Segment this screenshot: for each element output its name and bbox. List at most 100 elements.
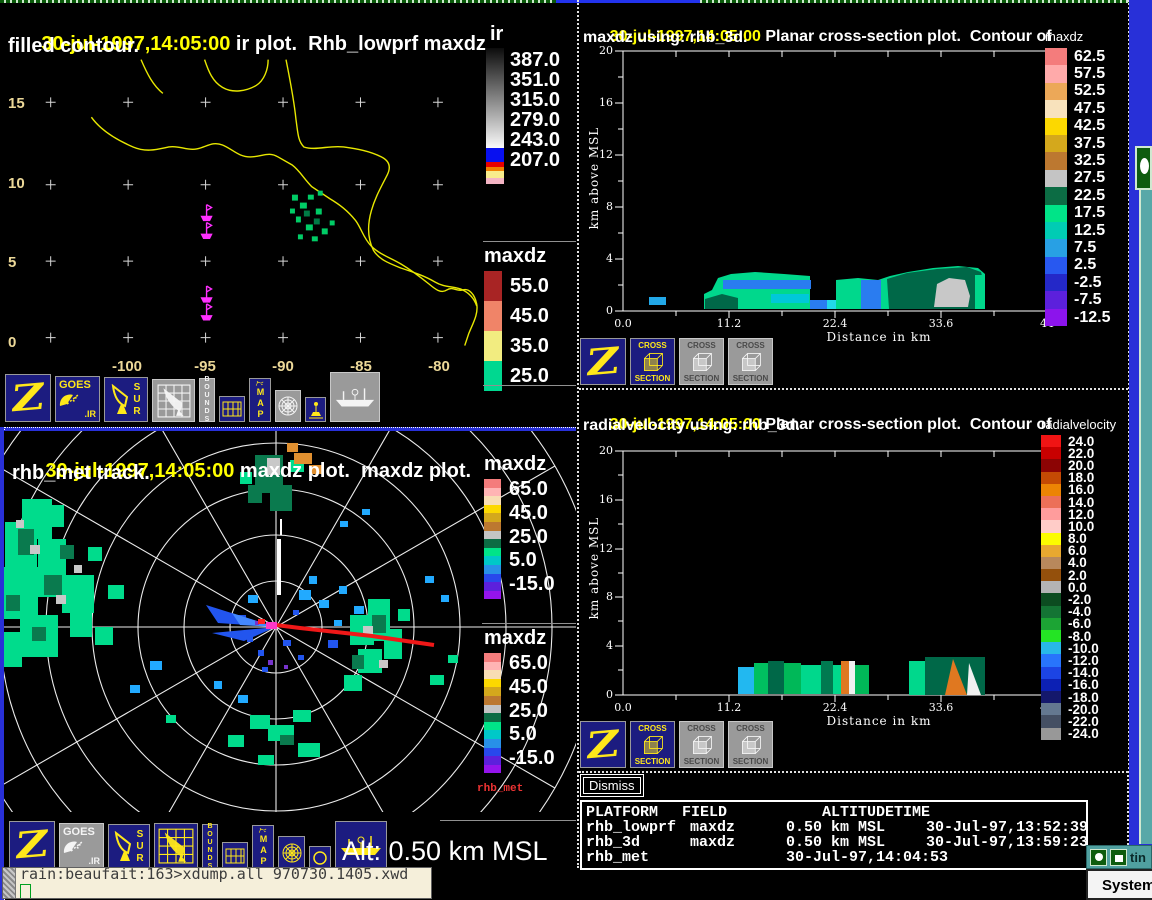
color-swatch [1041,472,1061,484]
cross-section-button-active[interactable]: CROSS SECTION [630,721,675,768]
colorbar-row: -7.5 [1045,291,1128,308]
tin-window-content: System [1086,869,1152,900]
color-segment [484,539,501,548]
separator [483,241,576,242]
zebra-logo-button[interactable]: Z [580,338,626,385]
tin-titlebar[interactable]: tin [1086,845,1152,869]
map-button[interactable]: MAP [252,825,274,869]
satellite-dish-icon [58,390,82,412]
table-header-cell: FIELD [682,805,822,820]
color-segment [484,591,501,600]
ir-toolbar: Z GOES .IR SUR BOUNDS MAP [5,373,380,422]
bounds-button[interactable]: BOUNDS [202,824,218,869]
dismiss-button[interactable]: Dismiss [580,774,644,797]
tick-label: 32.5 [1074,152,1105,170]
cross-section-button-active[interactable]: CROSS SECTION [630,338,675,385]
colorbar-row: 52.5 [1045,83,1128,100]
bounds-button[interactable]: BOUNDS [199,378,215,422]
color-swatch [1041,520,1061,532]
x-tick: 22.4 [782,317,888,330]
color-segment [484,748,501,757]
circle-button[interactable] [309,846,331,869]
surveillance-radar-button[interactable]: SUR [108,824,150,869]
circle-icon [312,850,328,866]
cell-platform: rhb_lowprf [586,820,690,835]
tick-label: -2.5 [1074,274,1102,292]
cross-section-button-2[interactable]: CROSS SECTION [679,338,724,385]
color-swatch [1041,728,1061,740]
cube-icon [640,350,666,374]
color-swatch [1045,187,1067,204]
map-label: MAP [259,834,268,867]
y-tick: 12 [599,542,613,556]
colorbar-maxdz-ir-panel: maxdz 55.0 45.0 35.0 [484,245,576,391]
map-squiggle-icon [256,827,270,834]
polar-grid-button[interactable] [275,390,301,422]
zebra-logo-button[interactable]: Z [9,821,55,869]
zebra-z-glyph: Z [584,341,622,382]
color-swatch [1041,496,1061,508]
radar-grid-button[interactable] [152,379,195,422]
cross-section-button-2[interactable]: CROSS SECTION [679,721,724,768]
color-swatch [1045,239,1067,256]
ir-tick-label: 207.0 [510,150,560,170]
cell-field: maxdz [690,835,786,850]
color-segment [484,531,501,540]
colorbar-row: 17.5 [1045,205,1128,222]
window-doc-button[interactable] [1110,849,1127,866]
panel-title-line2: rhb_met track. [12,460,150,487]
color-segment [484,765,501,774]
ship-icon [334,384,376,410]
tick-label: 12.5 [1074,222,1105,240]
radar-grid-button[interactable] [154,823,198,869]
polar-grid-button[interactable] [278,836,305,869]
lat-label: 15 [8,95,25,112]
surveillance-radar-button[interactable]: SUR [104,377,148,422]
tick-label: 62.5 [1074,48,1105,66]
grid-button[interactable] [219,396,245,422]
system-menu-label[interactable]: System [1102,877,1152,894]
terminal-scrollbar[interactable] [3,868,16,898]
ir-tick-label: 387.0 [510,50,560,70]
tick-label: 37.5 [1074,135,1105,153]
x-tick: 0.0 [579,317,676,330]
table-row: rhb_met30-Jul-97,14:04:53 [586,850,1082,865]
hsep-right-2 [579,771,1128,773]
colorbar-row: -12.5 [1045,309,1128,326]
goes-ir-button[interactable]: GOES .IR [59,823,104,869]
ir-color-segments [486,148,504,184]
tick-label: -12.5 [1074,309,1110,327]
zebra-logo-button[interactable]: Z [5,374,51,422]
table-row: rhb_3dmaxdz0.50 km MSL30-Jul-97,13:59:23 [586,835,1082,850]
colorbar-row: -24.0 [1041,728,1128,740]
cross-section-button-3[interactable]: CROSS SECTION [728,338,773,385]
goes-ir-button[interactable]: GOES .IR [55,376,100,422]
tick-label: 42.5 [1074,117,1105,135]
terminal-window[interactable]: rain:beaufait:163>xdump.all 970730.1405.… [2,867,432,899]
tick-label: 57.5 [1074,65,1105,83]
color-segment [484,756,501,765]
grid-button[interactable] [222,842,248,869]
panel-ir-plot: 151050 -100-95-90-85-80 30-jul-1997,14:0… [0,3,576,427]
zebra-logo-button[interactable]: Z [580,721,626,768]
buoy-button[interactable] [305,397,326,422]
color-swatch [1041,593,1061,605]
cube-icon [738,350,764,374]
color-swatch [1041,533,1061,545]
hsep-right-1 [579,388,1128,390]
terminal-prompt-line: rain:beaufait:163>xdump.all 970730.1405.… [20,868,431,883]
colorbar-maxdz-label: maxdz [484,245,576,268]
map-button[interactable]: MAP [249,378,271,422]
ir-color-segment [486,171,504,178]
color-segment [484,730,501,739]
color-swatch [1041,618,1061,630]
color-swatch [1041,642,1061,654]
cell-altitude: 0.50 km MSL [786,835,926,850]
cross-section-button-3[interactable]: CROSS SECTION [728,721,773,768]
x-tick: 0.0 [579,701,676,714]
ppi-echoes-cyan [130,509,449,703]
window-menu-button[interactable] [1090,849,1107,866]
ship-button[interactable] [330,372,380,422]
tick-label: 45.0 [509,503,555,524]
ir-tick-label: 279.0 [510,110,560,130]
